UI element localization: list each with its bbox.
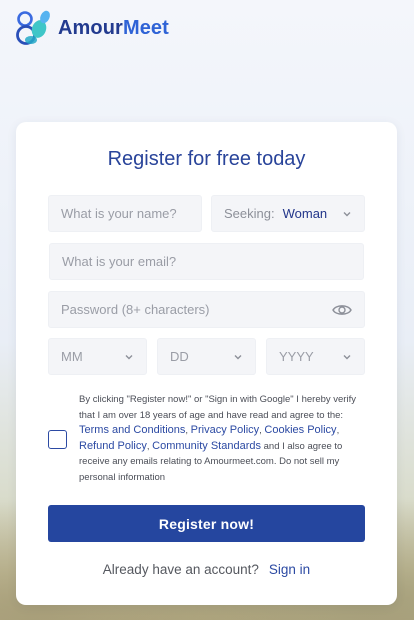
seeking-value: Woman — [282, 206, 328, 221]
email-input[interactable]: What is your email? — [49, 243, 364, 280]
seeking-select[interactable]: Seeking: Woman — [211, 195, 365, 232]
form-title: Register for free today — [107, 148, 306, 170]
terms-link[interactable]: Terms and Conditions — [79, 424, 185, 436]
chevron-down-icon — [234, 354, 242, 359]
privacy-policy-link[interactable]: Privacy Policy — [191, 424, 259, 436]
year-placeholder: YYYY — [279, 349, 314, 364]
account-prompt: Already have an account? — [102, 562, 259, 577]
chevron-down-icon — [125, 354, 133, 359]
registration-card: Register for free today What is your nam… — [16, 122, 397, 605]
amourmeet-logo-icon — [16, 10, 50, 45]
birth-month-select[interactable]: MM — [48, 338, 147, 375]
name-input[interactable]: What is your name? — [48, 195, 202, 232]
password-input[interactable]: Password (8+ characters) — [48, 291, 365, 328]
brand-name-part1: Amour — [58, 16, 123, 39]
seeking-label: Seeking: — [224, 206, 275, 221]
birth-year-select[interactable]: YYYY — [266, 338, 365, 375]
brand-name: AmourMeet — [58, 17, 169, 40]
day-placeholder: DD — [170, 349, 189, 364]
show-password-eye-icon[interactable] — [332, 303, 352, 317]
brand-logo[interactable]: AmourMeet — [16, 8, 169, 48]
signin-row: Already have an account? Sign in — [16, 562, 397, 577]
chevron-down-icon — [343, 354, 351, 359]
terms-checkbox[interactable] — [48, 430, 67, 449]
password-placeholder: Password (8+ characters) — [61, 302, 210, 317]
birth-day-select[interactable]: DD — [157, 338, 256, 375]
brand-name-part2: Meet — [122, 16, 169, 39]
cookies-policy-link[interactable]: Cookies Policy — [264, 424, 336, 436]
register-button[interactable]: Register now! — [48, 505, 365, 542]
terms-text-part1: By clicking "Register now!" or "Sign in … — [79, 394, 356, 421]
email-placeholder: What is your email? — [62, 254, 177, 269]
month-placeholder: MM — [61, 349, 83, 364]
chevron-down-icon — [343, 211, 351, 216]
terms-text: By clicking "Register now!" or "Sign in … — [79, 394, 356, 483]
refund-policy-link[interactable]: Refund Policy — [79, 440, 147, 452]
sign-in-link[interactable]: Sign in — [269, 562, 310, 577]
community-standards-link[interactable]: Community Standards — [152, 440, 261, 452]
name-placeholder: What is your name? — [61, 206, 177, 221]
